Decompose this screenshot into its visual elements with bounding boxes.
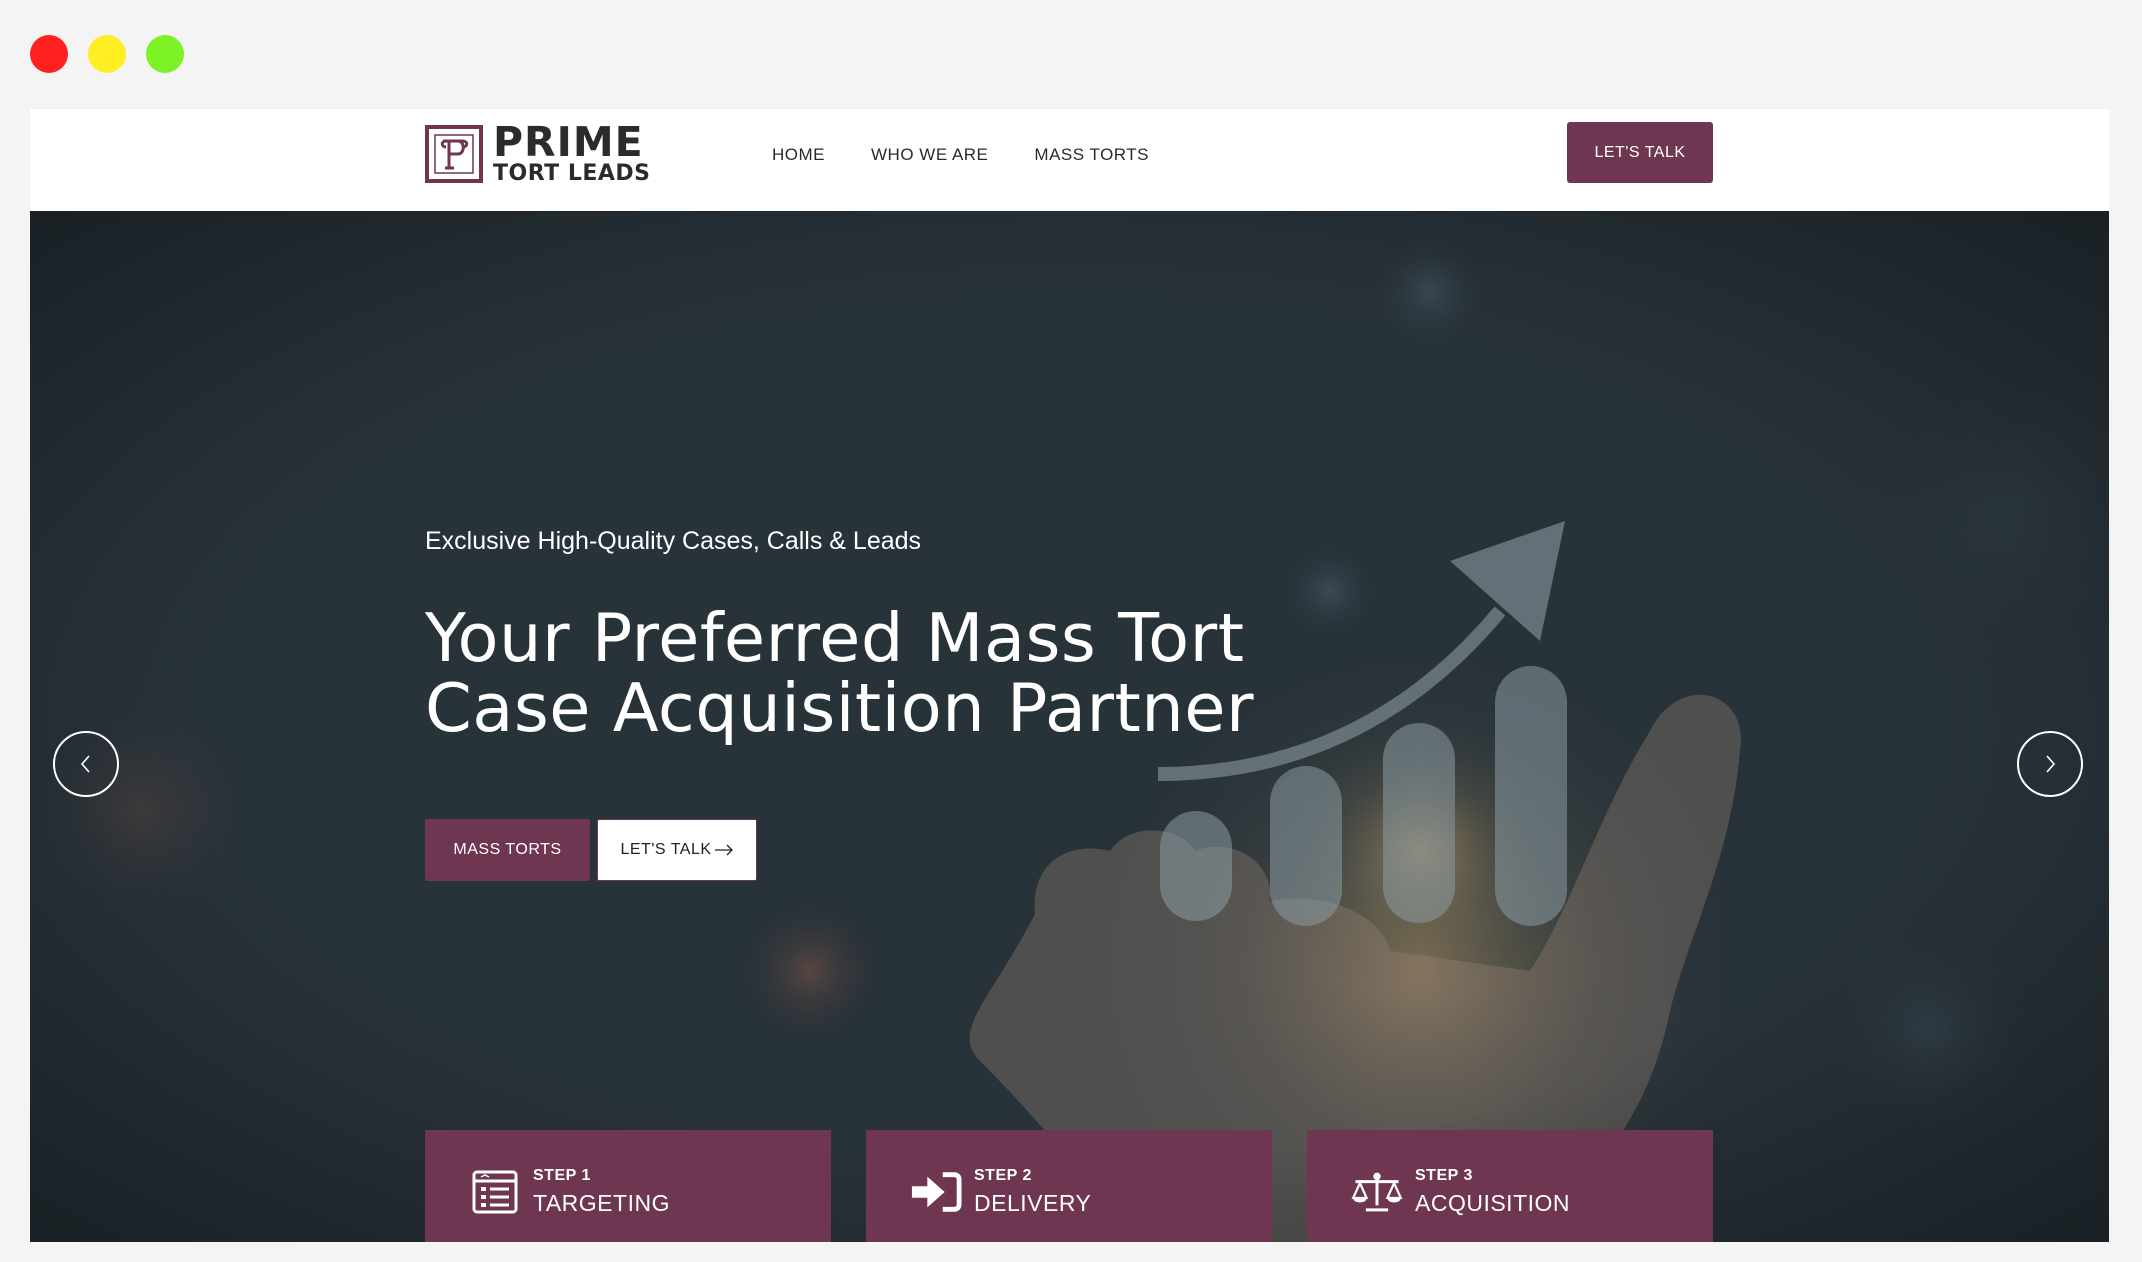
step-1-number: STEP 1 [533, 1167, 591, 1184]
nav-mass-torts[interactable]: MASS TORTS [1034, 145, 1149, 165]
list-window-icon [469, 1166, 521, 1218]
step-1-label: TARGETING [533, 1190, 670, 1216]
maximize-window-button[interactable] [146, 35, 184, 73]
main-nav: HOME WHO WE ARE MASS TORTS [772, 145, 1149, 165]
hero-title: Your Preferred Mass Tort Case Acquisitio… [425, 603, 1254, 743]
sign-in-icon [910, 1166, 962, 1218]
logo-title: PRIME [493, 118, 644, 166]
step-2-label: DELIVERY [974, 1190, 1092, 1216]
site-header: PRIME TORT LEADS HOME WHO WE ARE MASS TO… [30, 109, 2109, 211]
hero-slider: Exclusive High-Quality Cases, Calls & Le… [30, 211, 2109, 1242]
hero-subtitle: Exclusive High-Quality Cases, Calls & Le… [425, 527, 922, 555]
slider-next-button[interactable] [2017, 731, 2083, 797]
logo-subtitle: TORT LEADS [493, 161, 651, 186]
step-3-number: STEP 3 [1415, 1167, 1473, 1184]
website-viewport: PRIME TORT LEADS HOME WHO WE ARE MASS TO… [30, 109, 2109, 1242]
step-2-number: STEP 2 [974, 1167, 1032, 1184]
step-card-acquisition[interactable]: STEP 3 ACQUISITION [1307, 1130, 1713, 1242]
slider-prev-button[interactable] [53, 731, 119, 797]
step-card-targeting[interactable]: STEP 1 TARGETING [425, 1130, 831, 1242]
logo-mark-icon [425, 124, 483, 183]
nav-home[interactable]: HOME [772, 145, 825, 165]
lets-talk-header-button[interactable]: LET'S TALK [1567, 122, 1713, 183]
chevron-right-icon [2046, 755, 2056, 773]
site-logo[interactable]: PRIME TORT LEADS [425, 122, 651, 185]
hero-title-line-1: Your Preferred Mass Tort [425, 599, 1245, 677]
arrow-right-icon [714, 844, 733, 856]
nav-who-we-are[interactable]: WHO WE ARE [871, 145, 988, 165]
window-controls [30, 35, 184, 73]
close-window-button[interactable] [30, 35, 68, 73]
lets-talk-hero-button[interactable]: LET'S TALK [597, 819, 757, 881]
hero-title-line-2: Case Acquisition Partner [425, 669, 1255, 747]
scales-icon [1351, 1166, 1403, 1218]
chevron-left-icon [80, 755, 90, 773]
step-card-delivery[interactable]: STEP 2 DELIVERY [866, 1130, 1272, 1242]
minimize-window-button[interactable] [88, 35, 126, 73]
mass-torts-button[interactable]: MASS TORTS [425, 819, 590, 881]
step-3-label: ACQUISITION [1415, 1190, 1571, 1216]
lets-talk-hero-label: LET'S TALK [620, 841, 712, 858]
